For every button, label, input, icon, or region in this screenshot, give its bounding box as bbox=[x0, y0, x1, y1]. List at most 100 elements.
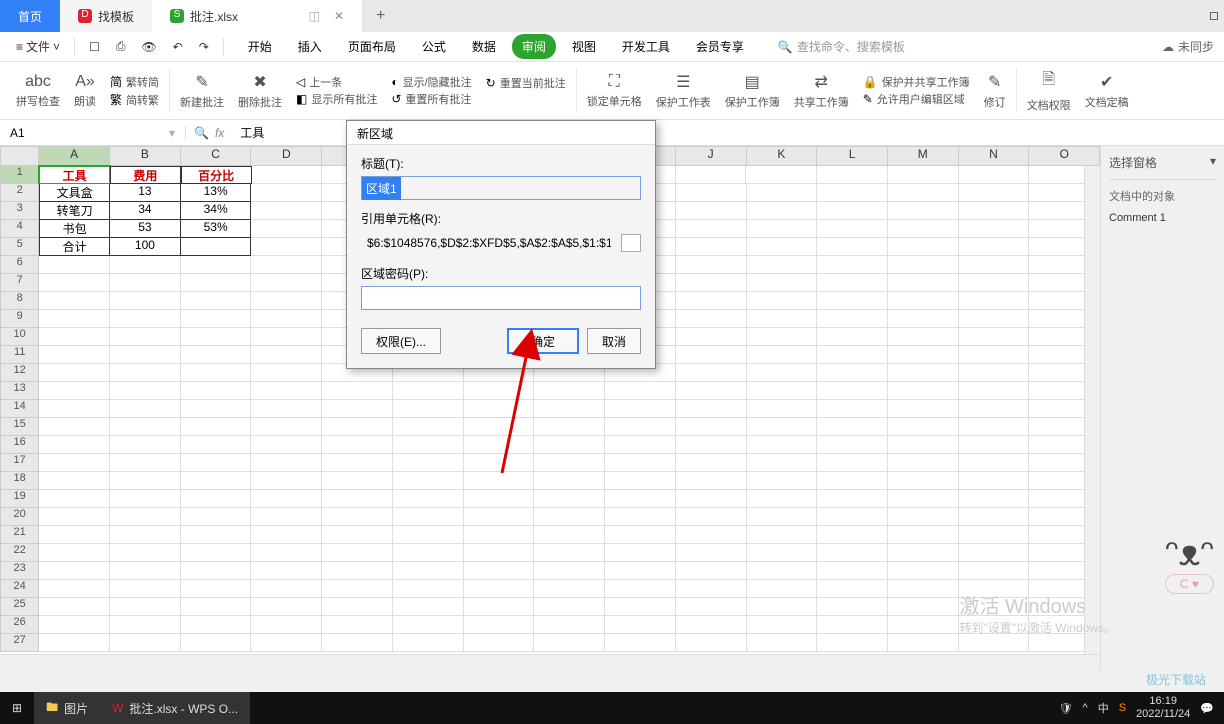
ribbon-convert[interactable]: 简繁转简 繁简转繁 bbox=[104, 64, 165, 117]
cell[interactable] bbox=[110, 472, 181, 490]
tray-clock[interactable]: 16:19 2022/11/24 bbox=[1136, 695, 1190, 721]
dialog-pwd-input[interactable] bbox=[361, 286, 641, 310]
cell[interactable] bbox=[959, 454, 1030, 472]
ok-button[interactable]: 确定 bbox=[507, 328, 579, 354]
cell[interactable] bbox=[817, 346, 888, 364]
cell[interactable] bbox=[39, 616, 110, 634]
cell[interactable] bbox=[251, 310, 322, 328]
row-header[interactable]: 5 bbox=[0, 238, 39, 256]
cell[interactable] bbox=[888, 634, 959, 652]
cell[interactable] bbox=[464, 616, 535, 634]
cell[interactable] bbox=[534, 562, 605, 580]
cell[interactable] bbox=[534, 490, 605, 508]
permissions-button[interactable]: 权限(E)... bbox=[361, 328, 441, 354]
row-header[interactable]: 12 bbox=[0, 364, 39, 382]
cell[interactable] bbox=[322, 400, 393, 418]
cell[interactable] bbox=[676, 184, 747, 202]
ribbon-lock-cell[interactable]: ⛶锁定单元格 bbox=[581, 64, 648, 117]
cell[interactable] bbox=[959, 490, 1030, 508]
cell[interactable] bbox=[888, 238, 959, 256]
vertical-scrollbar[interactable] bbox=[1084, 166, 1100, 654]
tray-sogou-icon[interactable]: S bbox=[1119, 702, 1126, 714]
cell[interactable] bbox=[181, 544, 252, 562]
cell[interactable] bbox=[746, 166, 817, 184]
cell[interactable] bbox=[605, 454, 676, 472]
cell[interactable]: 34% bbox=[181, 202, 252, 220]
cell[interactable] bbox=[39, 562, 110, 580]
ribbon-tab-view[interactable]: 视图 bbox=[562, 34, 606, 59]
row-header[interactable]: 2 bbox=[0, 184, 39, 202]
cell[interactable] bbox=[110, 562, 181, 580]
cell[interactable] bbox=[110, 526, 181, 544]
row-header[interactable]: 3 bbox=[0, 202, 39, 220]
cell[interactable] bbox=[534, 418, 605, 436]
cell[interactable] bbox=[39, 382, 110, 400]
cell[interactable] bbox=[817, 526, 888, 544]
cell[interactable] bbox=[888, 580, 959, 598]
select-all-corner[interactable] bbox=[0, 146, 39, 166]
cell[interactable]: 费用 bbox=[110, 166, 181, 184]
cell[interactable] bbox=[464, 634, 535, 652]
cell[interactable] bbox=[464, 544, 535, 562]
cell[interactable] bbox=[747, 634, 818, 652]
toolbar-undo-icon[interactable]: ↶ bbox=[167, 36, 189, 58]
cell[interactable] bbox=[110, 508, 181, 526]
cell[interactable] bbox=[534, 400, 605, 418]
cell[interactable] bbox=[322, 508, 393, 526]
cell[interactable] bbox=[747, 472, 818, 490]
cell[interactable] bbox=[747, 490, 818, 508]
cell[interactable] bbox=[393, 418, 464, 436]
cell[interactable] bbox=[959, 310, 1030, 328]
cell[interactable] bbox=[605, 436, 676, 454]
cell[interactable] bbox=[110, 328, 181, 346]
row-header[interactable]: 25 bbox=[0, 598, 39, 616]
cell[interactable] bbox=[676, 454, 747, 472]
cell[interactable] bbox=[888, 598, 959, 616]
cell[interactable] bbox=[676, 364, 747, 382]
cell[interactable] bbox=[747, 238, 818, 256]
cell[interactable] bbox=[181, 436, 252, 454]
cell[interactable] bbox=[251, 256, 322, 274]
cell[interactable] bbox=[888, 292, 959, 310]
cell[interactable] bbox=[251, 544, 322, 562]
cell[interactable] bbox=[817, 166, 888, 184]
taskbar-search-icon[interactable]: ⊞ bbox=[0, 692, 34, 724]
cell[interactable] bbox=[110, 634, 181, 652]
ribbon-protect-share[interactable]: 🔒保护并共享工作簿 ✎允许用户编辑区域 bbox=[857, 64, 976, 117]
cell[interactable] bbox=[110, 418, 181, 436]
taskbar-wps[interactable]: W 批注.xlsx - WPS O... bbox=[100, 692, 250, 724]
toolbar-redo-icon[interactable]: ↷ bbox=[193, 36, 215, 58]
ribbon-comment-reset[interactable]: ◐显示/隐藏批注 ↺重置所有批注 bbox=[385, 64, 477, 117]
cell[interactable] bbox=[39, 580, 110, 598]
cell[interactable] bbox=[251, 580, 322, 598]
cell[interactable] bbox=[110, 580, 181, 598]
ribbon-new-comment[interactable]: ✎新建批注 bbox=[174, 64, 230, 117]
taskbar-pictures[interactable]: 🖿 图片 bbox=[34, 692, 100, 724]
cell[interactable] bbox=[534, 616, 605, 634]
cell[interactable] bbox=[817, 508, 888, 526]
horizontal-scrollbar[interactable] bbox=[0, 654, 1100, 670]
cell[interactable] bbox=[181, 274, 252, 292]
row-header[interactable]: 15 bbox=[0, 418, 39, 436]
name-box-dropdown-icon[interactable]: ▾ bbox=[169, 126, 175, 140]
cell[interactable] bbox=[888, 202, 959, 220]
ribbon-tab-data[interactable]: 数据 bbox=[462, 34, 506, 59]
cell[interactable] bbox=[181, 634, 252, 652]
cell[interactable] bbox=[251, 400, 322, 418]
cell[interactable] bbox=[251, 616, 322, 634]
ribbon-tab-review[interactable]: 审阅 bbox=[512, 34, 556, 59]
cell[interactable] bbox=[747, 544, 818, 562]
new-tab-button[interactable]: + bbox=[362, 7, 399, 25]
cell[interactable] bbox=[676, 346, 747, 364]
cell[interactable] bbox=[110, 382, 181, 400]
cell[interactable] bbox=[464, 562, 535, 580]
cell[interactable] bbox=[251, 382, 322, 400]
cell[interactable] bbox=[747, 508, 818, 526]
cell[interactable] bbox=[110, 310, 181, 328]
fx-icon[interactable]: fx bbox=[215, 126, 224, 140]
cell[interactable] bbox=[251, 364, 322, 382]
cell[interactable] bbox=[534, 544, 605, 562]
cell[interactable] bbox=[251, 184, 322, 202]
cell[interactable] bbox=[817, 490, 888, 508]
row-header[interactable]: 19 bbox=[0, 490, 39, 508]
